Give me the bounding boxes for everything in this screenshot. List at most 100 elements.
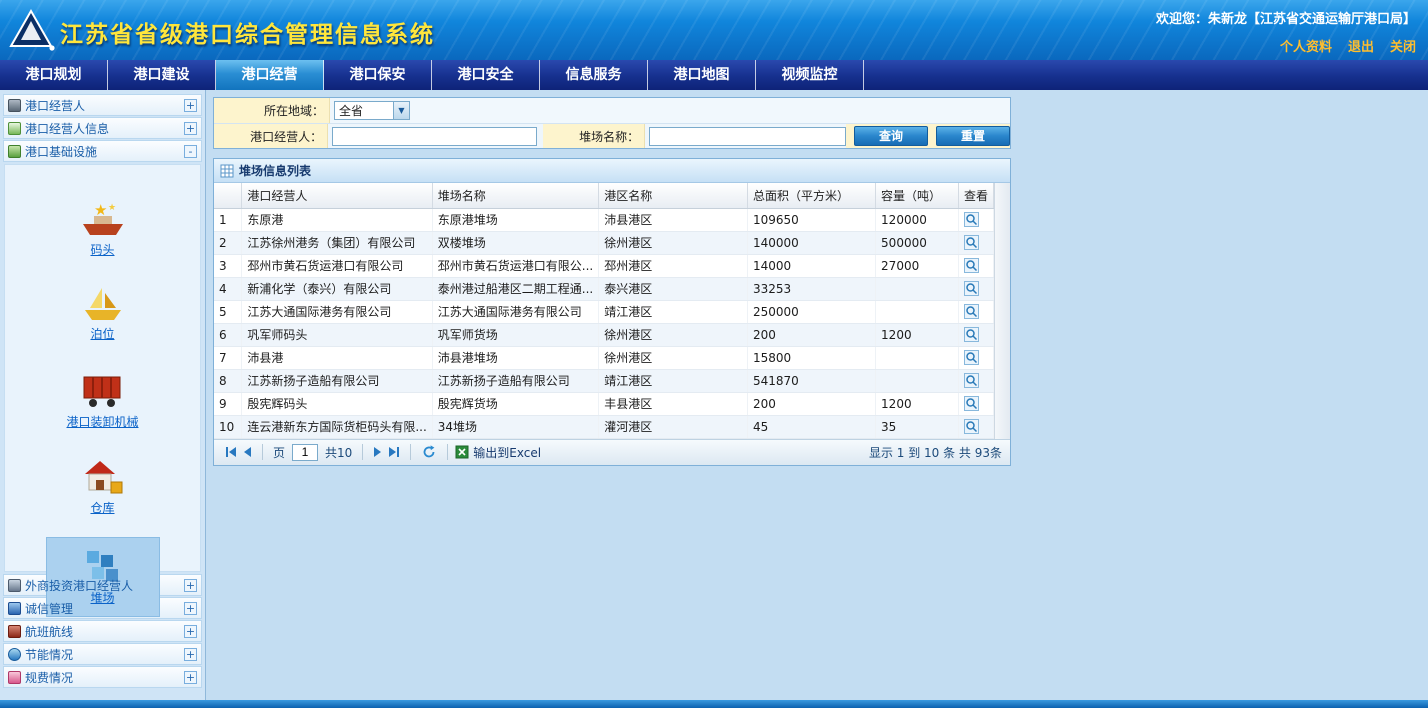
tab-video-monitoring[interactable]: 视频监控 (756, 60, 864, 90)
region-select[interactable]: 全省 ▼ (334, 101, 410, 120)
last-page-button[interactable] (385, 447, 403, 457)
expand-toggle[interactable]: + (184, 671, 197, 684)
cell-capacity: 500000 (876, 231, 959, 254)
export-excel-button[interactable]: 输出到Excel (455, 444, 541, 461)
chevron-down-icon[interactable]: ▼ (393, 102, 409, 119)
facility-item-machinery[interactable]: 港口装卸机械 (46, 363, 158, 437)
cell-district: 丰县港区 (599, 392, 748, 415)
row-number: 10 (214, 415, 242, 438)
close-link[interactable]: 关闭 (1390, 36, 1416, 55)
view-magnifier-icon[interactable] (964, 396, 979, 411)
table-row[interactable]: 2 江苏徐州港务（集团）有限公司 双楼堆场 徐州港区 140000 500000 (214, 231, 994, 254)
collapse-toggle[interactable]: - (184, 145, 197, 158)
view-magnifier-icon[interactable] (964, 327, 979, 342)
col-yard[interactable]: 堆场名称 (432, 183, 598, 208)
facility-item-warehouse[interactable]: 仓库 (62, 451, 144, 523)
view-magnifier-icon[interactable] (964, 281, 979, 296)
table-row[interactable]: 4 新浦化学（泰兴）有限公司 泰州港过船港区二期工程通... 泰兴港区 3325… (214, 277, 994, 300)
table-row[interactable]: 9 殷宪辉码头 殷宪辉货场 丰县港区 200 1200 (214, 392, 994, 415)
tab-port-safety[interactable]: 港口安全 (432, 60, 540, 90)
tab-information-service[interactable]: 信息服务 (540, 60, 648, 90)
svg-text:★: ★ (94, 201, 107, 219)
cell-view (958, 277, 993, 300)
col-district[interactable]: 港区名称 (599, 183, 748, 208)
expand-toggle[interactable]: + (184, 579, 197, 592)
table-row[interactable]: 10 连云港新东方国际货柜码头有限... 34堆场 灌河港区 45 35 (214, 415, 994, 438)
yard-table: 港口经营人 堆场名称 港区名称 总面积（平方米） 容量（吨） 查看 1 东原港 … (214, 183, 994, 439)
view-magnifier-icon[interactable] (964, 235, 979, 250)
view-magnifier-icon[interactable] (964, 304, 979, 319)
col-capacity[interactable]: 容量（吨） (876, 183, 959, 208)
profile-link[interactable]: 个人资料 (1280, 36, 1332, 55)
yard-name-label: 堆场名称： (543, 124, 645, 148)
table-row[interactable]: 6 巩军师码头 巩军师货场 徐州港区 200 1200 (214, 323, 994, 346)
expand-toggle[interactable]: + (184, 625, 197, 638)
row-number: 8 (214, 369, 242, 392)
refresh-button[interactable] (418, 445, 440, 459)
page-input[interactable] (292, 444, 318, 461)
cell-district: 沛县港区 (599, 208, 748, 231)
view-magnifier-icon[interactable] (964, 350, 979, 365)
table-row[interactable]: 8 江苏新扬子造船有限公司 江苏新扬子造船有限公司 靖江港区 541870 (214, 369, 994, 392)
sidebar-item-energy-saving[interactable]: 节能情况 + (3, 643, 202, 665)
view-magnifier-icon[interactable] (964, 419, 979, 434)
cell-capacity: 1200 (876, 392, 959, 415)
sidebar-item-label: 规费情况 (25, 669, 73, 686)
cell-capacity: 120000 (876, 208, 959, 231)
facility-item-dock[interactable]: ★ ★ 码头 (60, 191, 146, 265)
tab-port-security[interactable]: 港口保安 (324, 60, 432, 90)
view-magnifier-icon[interactable] (964, 258, 979, 273)
yard-name-input[interactable] (649, 127, 846, 146)
page-label: 页 (273, 444, 285, 461)
cell-area: 200 (747, 392, 875, 415)
facility-item-berth[interactable]: 泊位 (63, 279, 143, 349)
tab-port-planning[interactable]: 港口规划 (0, 60, 108, 90)
pager-bar: 页 共10 输出到Excel 显示 1 到 10 条 共 93条 (214, 439, 1010, 465)
cell-view (958, 323, 993, 346)
reset-button[interactable]: 重置 (936, 126, 1010, 146)
prev-page-button[interactable] (240, 447, 255, 457)
region-label: 所在地域： (214, 98, 330, 123)
operator-input[interactable] (332, 127, 537, 146)
tab-port-operation[interactable]: 港口经营 (216, 60, 324, 90)
col-operator[interactable]: 港口经营人 (242, 183, 432, 208)
tab-port-map[interactable]: 港口地图 (648, 60, 756, 90)
cell-operator: 江苏新扬子造船有限公司 (242, 369, 432, 392)
warehouse-icon (82, 458, 124, 496)
table-row[interactable]: 3 邳州市黄石货运港口有限公司 邳州市黄石货运港口有限公... 邳州港区 140… (214, 254, 994, 277)
sidebar-item-fees[interactable]: 规费情况 + (3, 666, 202, 688)
cell-operator: 江苏徐州港务（集团）有限公司 (242, 231, 432, 254)
next-page-button[interactable] (370, 447, 385, 457)
table-header-row: 港口经营人 堆场名称 港区名称 总面积（平方米） 容量（吨） 查看 (214, 183, 994, 208)
cell-district: 邳州港区 (599, 254, 748, 277)
integrity-icon (8, 602, 21, 615)
sidebar-item-port-infrastructure[interactable]: 港口基础设施 - (3, 140, 202, 162)
tab-port-construction[interactable]: 港口建设 (108, 60, 216, 90)
cell-view (958, 208, 993, 231)
cell-district: 泰兴港区 (599, 277, 748, 300)
logout-link[interactable]: 退出 (1348, 36, 1374, 55)
expand-toggle[interactable]: + (184, 122, 197, 135)
cell-area: 45 (747, 415, 875, 438)
first-page-button[interactable] (222, 447, 240, 457)
table-row[interactable]: 5 江苏大通国际港务有限公司 江苏大通国际港务有限公司 靖江港区 250000 (214, 300, 994, 323)
expand-toggle[interactable]: + (184, 602, 197, 615)
loading-machinery-icon (80, 370, 124, 410)
table-row[interactable]: 7 沛县港 沛县港堆场 徐州港区 15800 (214, 346, 994, 369)
expand-toggle[interactable]: + (184, 99, 197, 112)
view-magnifier-icon[interactable] (964, 373, 979, 388)
sidebar-item-foreign-invested-operators[interactable]: 外商投资港口经营人 + (3, 574, 202, 596)
col-area[interactable]: 总面积（平方米） (747, 183, 875, 208)
cell-capacity (876, 369, 959, 392)
sidebar-item-flight-routes[interactable]: 航班航线 + (3, 620, 202, 642)
expand-toggle[interactable]: + (184, 648, 197, 661)
view-magnifier-icon[interactable] (964, 212, 979, 227)
cell-area: 109650 (747, 208, 875, 231)
sidebar-item-port-operators[interactable]: 港口经营人 + (3, 94, 202, 116)
sidebar-item-port-operator-info[interactable]: 港口经营人信息 + (3, 117, 202, 139)
cell-view (958, 369, 993, 392)
table-row[interactable]: 1 东原港 东原港堆场 沛县港区 109650 120000 (214, 208, 994, 231)
sidebar-item-label: 诚信管理 (25, 600, 73, 617)
query-button[interactable]: 查询 (854, 126, 928, 146)
table-vertical-scrollbar[interactable] (994, 183, 1010, 439)
